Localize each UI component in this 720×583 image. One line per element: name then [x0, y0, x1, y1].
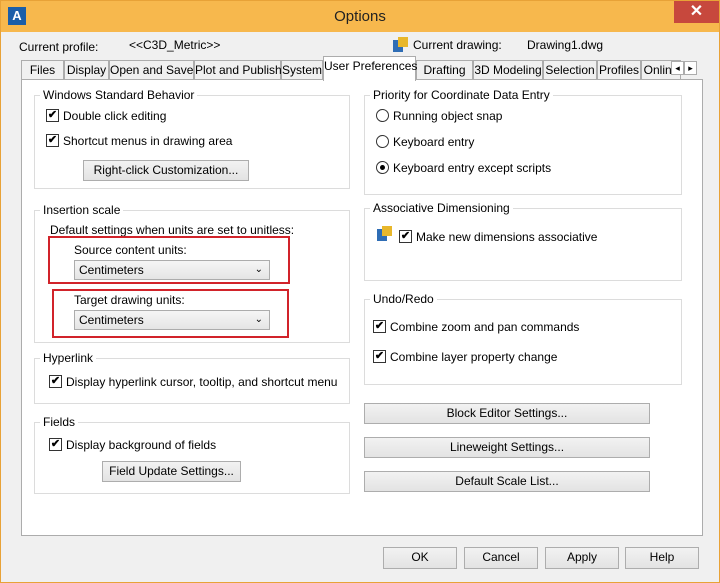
field-background-checkbox[interactable]: ✔: [49, 438, 62, 451]
current-profile-value: <<C3D_Metric>>: [129, 38, 221, 52]
running-object-snap-label: Running object snap: [393, 109, 503, 123]
keyboard-entry-label: Keyboard entry: [393, 135, 475, 149]
block-editor-settings-button[interactable]: Block Editor Settings...: [364, 403, 650, 424]
tab-scroll-right-icon[interactable]: ▸: [684, 61, 697, 75]
right-click-customization-button[interactable]: Right-click Customization...: [83, 160, 249, 181]
radio-running-object-snap[interactable]: [376, 109, 389, 122]
windows-behavior-group: Windows Standard Behavior ✔ Double click…: [34, 88, 350, 189]
ok-button[interactable]: OK: [383, 547, 457, 569]
tab-files[interactable]: Files: [21, 60, 64, 80]
drawing-icon: [393, 37, 409, 53]
undo-redo-title: Undo/Redo: [370, 292, 437, 306]
current-drawing-value: Drawing1.dwg: [527, 38, 604, 52]
insertion-scale-title: Insertion scale: [40, 203, 124, 217]
lineweight-settings-button[interactable]: Lineweight Settings...: [364, 437, 650, 458]
close-button[interactable]: ✕: [674, 1, 719, 23]
tab-drafting[interactable]: Drafting: [416, 60, 473, 80]
tab-scroll-buttons: ◂ ▸: [671, 60, 697, 75]
double-click-checkbox[interactable]: ✔: [46, 109, 59, 122]
radio-keyboard-entry[interactable]: [376, 135, 389, 148]
target-units-highlight: [52, 289, 289, 338]
tab-plot-and-publish[interactable]: Plot and Publish: [194, 60, 282, 80]
tab-user-preferences[interactable]: User Preferences: [323, 56, 417, 81]
current-drawing-label: Current drawing:: [413, 38, 502, 52]
radio-keyboard-except-scripts[interactable]: [376, 161, 389, 174]
assoc-dim-checkbox[interactable]: ✔: [399, 230, 412, 243]
title-bar: A Options ✕: [1, 1, 719, 32]
current-profile-label: Current profile:: [19, 40, 99, 54]
source-units-highlight: [48, 236, 290, 284]
combine-layer-label: Combine layer property change: [390, 350, 558, 364]
tab-3d-modeling[interactable]: 3D Modeling: [473, 60, 543, 80]
keyboard-except-scripts-label: Keyboard entry except scripts: [393, 161, 552, 175]
user-preferences-panel: Windows Standard Behavior ✔ Double click…: [21, 79, 703, 536]
dialog-client: Current profile: <<C3D_Metric>> Current …: [9, 32, 711, 576]
tab-display[interactable]: Display: [64, 60, 109, 80]
default-scale-list-button[interactable]: Default Scale List...: [364, 471, 650, 492]
associative-dimension-icon: [377, 226, 393, 242]
windows-behavior-title: Windows Standard Behavior: [40, 88, 198, 102]
apply-button[interactable]: Apply: [545, 547, 619, 569]
hyperlink-label: Display hyperlink cursor, tooltip, and s…: [66, 375, 338, 389]
assoc-dim-group: Associative Dimensioning ✔ Make new dime…: [364, 201, 682, 281]
hyperlink-checkbox[interactable]: ✔: [49, 375, 62, 388]
cancel-button[interactable]: Cancel: [464, 547, 538, 569]
help-button[interactable]: Help: [625, 547, 699, 569]
field-background-label: Display background of fields: [66, 438, 217, 452]
assoc-dim-title: Associative Dimensioning: [370, 201, 513, 215]
fields-title: Fields: [40, 415, 79, 429]
hyperlink-title: Hyperlink: [40, 351, 97, 365]
shortcut-menus-label: Shortcut menus in drawing area: [63, 134, 233, 148]
tab-profiles[interactable]: Profiles: [597, 60, 641, 80]
shortcut-menus-checkbox[interactable]: ✔: [46, 134, 59, 147]
tab-scroll-left-icon[interactable]: ◂: [671, 61, 684, 75]
hyperlink-group: Hyperlink ✔ Display hyperlink cursor, to…: [34, 351, 350, 404]
tab-selection[interactable]: Selection: [543, 60, 597, 80]
tab-open-and-save[interactable]: Open and Save: [109, 60, 194, 80]
double-click-label: Double click editing: [63, 109, 167, 123]
field-update-settings-button[interactable]: Field Update Settings...: [102, 461, 241, 482]
priority-title: Priority for Coordinate Data Entry: [370, 88, 553, 102]
assoc-dim-label: Make new dimensions associative: [416, 230, 598, 244]
combine-zoom-checkbox[interactable]: ✔: [373, 320, 386, 333]
unitless-default-text: Default settings when units are set to u…: [50, 223, 295, 237]
undo-redo-group: Undo/Redo ✔ Combine zoom and pan command…: [364, 292, 682, 385]
tab-system[interactable]: System: [281, 60, 323, 80]
combine-layer-checkbox[interactable]: ✔: [373, 350, 386, 363]
window-title: Options: [334, 8, 386, 25]
combine-zoom-label: Combine zoom and pan commands: [390, 320, 580, 334]
options-dialog: A Options ✕ Current profile: <<C3D_Metri…: [0, 0, 720, 583]
fields-group: Fields ✔ Display background of fields Fi…: [34, 415, 350, 494]
priority-group: Priority for Coordinate Data Entry Runni…: [364, 88, 682, 195]
